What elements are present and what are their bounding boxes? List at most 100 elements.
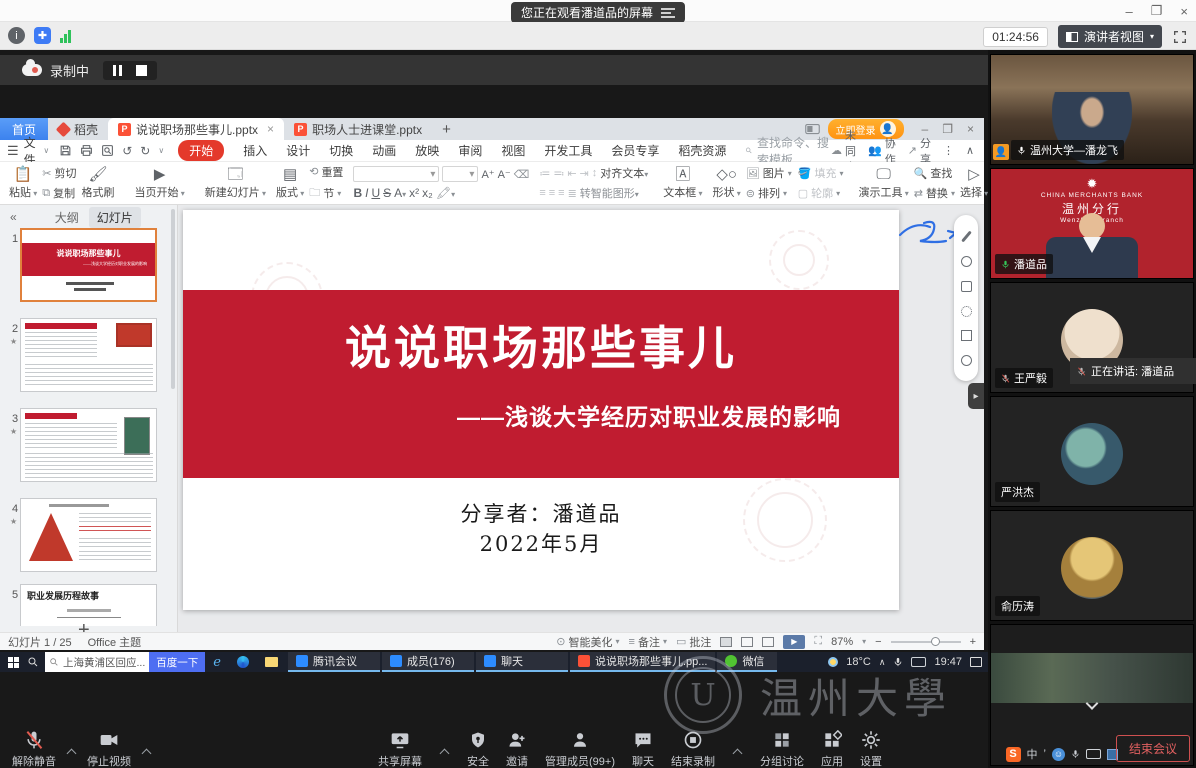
slide-main[interactable]: 说说职场那些事儿 ——浅谈大学经历对职业发展的影响 分享者：潘道品 2022年5… [183, 210, 899, 610]
section-button[interactable]: 🗀节▾ [309, 184, 343, 203]
clear-format-icon[interactable]: ⌫ [514, 168, 530, 181]
save-icon[interactable] [59, 144, 72, 157]
slide-thumb-2[interactable] [20, 318, 157, 392]
sogou-icon[interactable]: S [1006, 747, 1021, 762]
zoom-slider-knob[interactable] [931, 637, 940, 646]
superscript-button[interactable]: x² [409, 186, 419, 200]
video-tile-yulitao[interactable]: 俞历涛 [990, 510, 1194, 621]
ie-icon[interactable]: e [205, 652, 229, 672]
breakout-button[interactable]: 分组讨论 [760, 730, 804, 768]
baidu-search-button[interactable]: 百度一下 [149, 652, 205, 672]
ime-keyboard-icon[interactable] [1086, 749, 1101, 759]
ribbon-tab-member[interactable]: 会员专享 [611, 141, 659, 160]
fullscreen-icon[interactable] [1172, 29, 1188, 45]
security-button[interactable]: 安全 [467, 730, 489, 768]
tray-keyboard-icon[interactable] [911, 657, 926, 667]
chat-button[interactable]: 聊天 [632, 730, 654, 768]
taskbar-search-box[interactable]: 上海黄浦区回应... 百度一下 [45, 652, 205, 672]
line-spacing-icon[interactable]: ↕ [592, 167, 598, 179]
canvas-collapse-tab[interactable]: ▸ [968, 383, 984, 409]
video-tile-panlongfei[interactable]: 👤 温州大学—潘龙飞 [990, 54, 1194, 165]
indent-icon[interactable]: ⇥ [580, 167, 589, 180]
comments-button[interactable]: ▭批注 [676, 634, 711, 650]
slide-thumb-4[interactable] [20, 498, 157, 572]
preview-icon[interactable] [101, 144, 114, 157]
ime-emoji-icon[interactable]: ☺ [1052, 748, 1065, 761]
taskbar-app-meeting[interactable]: 腾讯会议 [288, 652, 380, 672]
taskbar-app-wechat[interactable]: 微信 [717, 652, 777, 672]
notification-icon[interactable] [970, 657, 982, 667]
align-center-icon[interactable]: ≡ [549, 187, 555, 199]
ime-mic-icon[interactable] [1071, 748, 1080, 760]
quickbar-expand-icon[interactable]: ∨ [158, 146, 164, 155]
share-options-chevron[interactable] [440, 749, 450, 759]
highlight-tool-icon[interactable] [961, 306, 972, 317]
edge-icon[interactable] [229, 652, 257, 672]
eraser-tool-icon[interactable] [961, 330, 972, 341]
ribbon-collapse-icon[interactable]: ∧ [966, 144, 974, 157]
zoom-slider[interactable] [891, 641, 961, 643]
security-shield-icon[interactable]: ✚ [34, 27, 51, 44]
cut-button[interactable]: ✂剪切 [42, 165, 76, 181]
tab-close-icon[interactable]: × [267, 122, 274, 136]
ribbon-tab-home[interactable]: 开始 [178, 140, 224, 161]
align-text-button[interactable]: 对齐文本 [600, 168, 644, 180]
unmute-button[interactable]: 解除静音 [12, 730, 56, 768]
zoom-out-button[interactable]: − [875, 636, 881, 648]
play-from-current-button[interactable]: ▶当页开始 ▾ [129, 167, 189, 200]
find-button[interactable]: 🔍查找 [914, 165, 955, 181]
shapes-button[interactable]: ◇○形状 ▾ [708, 167, 746, 200]
strike-button[interactable]: S [383, 186, 391, 200]
highlight-button[interactable]: 🖍▾ [436, 186, 455, 200]
tray-clock[interactable]: 19:47 [934, 656, 962, 668]
sorter-view-icon[interactable] [741, 637, 753, 647]
ribbon-tab-review[interactable]: 审阅 [458, 141, 482, 160]
wps-docer-tab[interactable]: 稻壳 [48, 118, 108, 140]
mic-options-chevron[interactable] [67, 749, 77, 759]
layout-button[interactable]: ▤版式 ▾ [271, 167, 309, 200]
apps-button[interactable]: 应用 [821, 730, 843, 768]
ribbon-tab-dev[interactable]: 开发工具 [544, 141, 592, 160]
wps-doc-tab-2[interactable]: P 职场人士进课堂.pptx [284, 118, 432, 140]
notes-button[interactable]: ≡备注▾ [629, 634, 667, 650]
zoom-in-button[interactable]: + [970, 636, 976, 648]
info-icon[interactable]: i [8, 27, 25, 44]
increase-font-icon[interactable]: A⁺ [481, 168, 494, 181]
beautify-button[interactable]: ⊙智能美化▾ [556, 634, 619, 650]
picture-button[interactable]: 🖼图片▾ [746, 165, 792, 181]
paste-button[interactable]: 📋粘贴 ▾ [4, 167, 42, 200]
taskbar-app-wps[interactable]: 说说职场那些事儿.pp... [570, 652, 715, 672]
slide-thumb-3[interactable] [20, 408, 157, 482]
stop-recording-button[interactable]: 结束录制 [671, 730, 715, 768]
ribbon-tab-docer[interactable]: 稻壳资源 [678, 141, 726, 160]
ime-punct-icon[interactable]: ’ [1044, 748, 1046, 760]
more-icon[interactable]: ⋮ [943, 144, 954, 157]
video-tile-pandaopin[interactable]: ✹ CHINA MERCHANTS BANK 温州分行 Wenzhou Bran… [990, 168, 1194, 279]
arrange-button[interactable]: ⊜排列▾ [746, 185, 792, 201]
wps-doc-tab-active[interactable]: P 说说职场那些事儿.pptx × [108, 118, 284, 140]
normal-view-icon[interactable] [720, 637, 732, 647]
ribbon-tab-transition[interactable]: 切换 [329, 141, 353, 160]
to-smartart-button[interactable]: 转智能图形 [580, 188, 635, 200]
decrease-font-icon[interactable]: A⁻ [498, 168, 511, 181]
italic-button[interactable]: I [365, 186, 368, 200]
tray-expand-icon[interactable]: ∧ [879, 657, 886, 668]
zoom-level[interactable]: 87% [831, 636, 853, 648]
video-options-chevron[interactable] [142, 749, 152, 759]
invite-button[interactable]: 邀请 [506, 730, 528, 768]
new-tab-button[interactable]: + [432, 118, 461, 140]
explorer-icon[interactable] [257, 652, 286, 672]
reading-view-icon[interactable] [762, 637, 774, 647]
recording-options-chevron[interactable] [733, 749, 743, 759]
stop-recording-button[interactable] [136, 65, 147, 76]
new-slide-button[interactable]: 🗔新建幻灯片 ▾ [200, 167, 271, 200]
share-screen-button[interactable]: 共享屏幕 [378, 730, 422, 768]
manage-members-button[interactable]: 管理成员(99+) [545, 730, 615, 768]
outline-tab[interactable]: 大纲 [55, 209, 79, 226]
copy-button[interactable]: ⧉复制 [42, 185, 76, 201]
fill-button[interactable]: 🪣填充▾ [798, 165, 844, 181]
align-left-icon[interactable]: ≡ [539, 187, 545, 199]
taskbar-app-members[interactable]: 成员(176) [382, 652, 474, 672]
tray-mic-icon[interactable] [893, 656, 903, 668]
undo-icon[interactable]: ↺ [122, 144, 132, 158]
